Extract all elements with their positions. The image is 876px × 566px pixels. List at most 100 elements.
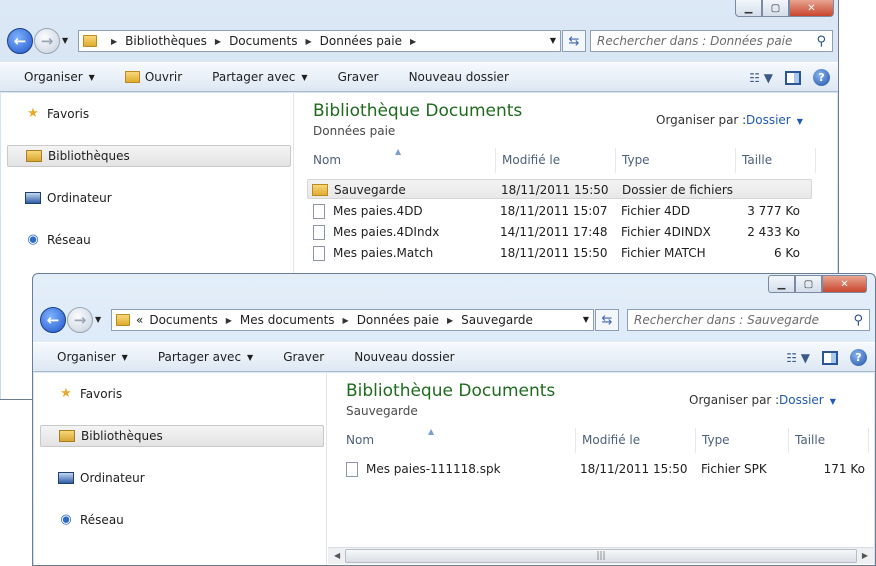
chevron-down-icon: ▼ bbox=[796, 117, 803, 126]
forward-button[interactable]: → bbox=[34, 28, 60, 54]
organize-button[interactable]: Organiser ▼ bbox=[0, 70, 110, 84]
breadcrumb-documents[interactable]: Documents bbox=[149, 313, 217, 327]
chevron-down-icon: ▼ bbox=[301, 72, 308, 82]
close-button[interactable]: ✕ bbox=[789, 0, 834, 17]
forward-button[interactable]: → bbox=[67, 307, 93, 333]
search-icon[interactable]: ⚲ bbox=[853, 313, 863, 328]
file-row[interactable]: Mes paies.Match 18/11/2011 15:50 Fichier… bbox=[307, 243, 812, 263]
view-options-icon[interactable]: ☷ ▼ bbox=[786, 351, 810, 365]
column-header-modified[interactable]: Modifié le bbox=[496, 148, 616, 173]
column-header-type[interactable]: Type bbox=[696, 428, 789, 453]
file-row[interactable]: Sauvegarde 18/11/2011 15:50 Dossier de f… bbox=[307, 179, 812, 199]
organize-button[interactable]: Organiser ▼ bbox=[33, 350, 143, 364]
file-row[interactable]: Mes paies-111118.spk 18/11/2011 15:50 Fi… bbox=[340, 459, 865, 479]
address-bar[interactable]: ▶ Bibliothèques ▶ Documents ▶ Données pa… bbox=[78, 30, 561, 52]
chevron-right-icon[interactable]: ▶ bbox=[226, 316, 232, 325]
help-icon[interactable]: ? bbox=[850, 349, 867, 366]
file-row[interactable]: Mes paies.4DIndx 14/11/2011 17:48 Fichie… bbox=[307, 222, 812, 242]
minimize-button[interactable]: ▁ bbox=[768, 275, 795, 293]
nav-item-favorites[interactable]: ★ Favoris bbox=[7, 103, 291, 125]
column-header-row: ▲ Nom Modifié le Type Taille bbox=[328, 427, 874, 453]
burn-button[interactable]: Graver bbox=[268, 350, 339, 364]
nav-item-network[interactable]: ◉ Réseau bbox=[7, 229, 291, 251]
chevron-right-icon[interactable]: ▶ bbox=[111, 37, 117, 46]
column-header-modified[interactable]: Modifié le bbox=[576, 428, 696, 453]
back-button[interactable]: ← bbox=[7, 28, 33, 54]
nav-item-libraries[interactable]: Bibliothèques bbox=[7, 145, 291, 167]
nav-item-computer[interactable]: Ordinateur bbox=[40, 467, 324, 489]
chevron-right-icon[interactable]: ▶ bbox=[410, 37, 416, 46]
horizontal-scrollbar[interactable]: ◀ ||| ▶ bbox=[328, 547, 874, 564]
chevron-right-icon[interactable]: ▶ bbox=[447, 316, 453, 325]
view-options-icon[interactable]: ☷ ▼ bbox=[749, 71, 773, 85]
column-header-size[interactable]: Taille bbox=[789, 428, 869, 453]
minimize-button[interactable]: ▁ bbox=[735, 0, 762, 17]
file-row[interactable]: Mes paies.4DD 18/11/2011 15:07 Fichier 4… bbox=[307, 201, 812, 221]
scroll-left-icon[interactable]: ◀ bbox=[334, 551, 340, 560]
history-dropdown-icon[interactable]: ▼ bbox=[62, 36, 68, 45]
share-with-button[interactable]: Partager avec ▼ bbox=[197, 70, 322, 84]
breadcrumb-sauvegarde[interactable]: Sauvegarde bbox=[461, 313, 533, 327]
new-folder-label: Nouveau dossier bbox=[354, 350, 455, 364]
star-icon: ★ bbox=[27, 106, 39, 121]
nav-computer-label: Ordinateur bbox=[80, 471, 145, 485]
file-type: Dossier de fichiers bbox=[622, 183, 734, 197]
navigation-bar: ← → ▼ « Documents ▶ Mes documents ▶ Donn… bbox=[33, 306, 875, 336]
computer-icon bbox=[58, 472, 74, 484]
window-caption-buttons: ▁ ▢ ✕ bbox=[735, 0, 834, 17]
column-header-type[interactable]: Type bbox=[616, 148, 736, 173]
chevron-right-icon[interactable]: ▶ bbox=[215, 37, 221, 46]
organize-by-dropdown[interactable]: Dossier ▼ bbox=[779, 393, 836, 407]
file-modified: 18/11/2011 15:50 bbox=[580, 462, 688, 476]
search-placeholder: Rechercher dans : Sauvegarde bbox=[634, 313, 820, 327]
nav-item-computer[interactable]: Ordinateur bbox=[7, 187, 291, 209]
address-dropdown-icon[interactable]: ▼ bbox=[550, 36, 556, 45]
history-dropdown-icon[interactable]: ▼ bbox=[95, 315, 101, 324]
scrollbar-thumb[interactable]: ||| bbox=[345, 549, 857, 563]
maximize-button[interactable]: ▢ bbox=[795, 275, 822, 293]
share-with-button[interactable]: Partager avec ▼ bbox=[143, 350, 268, 364]
file-list-pane: Bibliothèque Documents Sauvegarde Organi… bbox=[328, 373, 874, 565]
nav-item-network[interactable]: ◉ Réseau bbox=[40, 509, 324, 531]
organize-by-dropdown[interactable]: Dossier ▼ bbox=[746, 113, 803, 127]
preview-pane-icon[interactable] bbox=[822, 350, 838, 365]
address-bar[interactable]: « Documents ▶ Mes documents ▶ Données pa… bbox=[111, 309, 594, 331]
column-header-name[interactable]: Nom bbox=[307, 148, 496, 173]
search-input[interactable]: Rechercher dans : Sauvegarde ⚲ bbox=[627, 309, 870, 331]
maximize-button[interactable]: ▢ bbox=[762, 0, 789, 17]
new-folder-button[interactable]: Nouveau dossier bbox=[394, 70, 524, 84]
file-icon bbox=[346, 462, 358, 477]
refresh-button[interactable]: ⇆ bbox=[562, 30, 586, 52]
nav-item-libraries[interactable]: Bibliothèques bbox=[40, 425, 324, 447]
organize-by-label: Organiser par : bbox=[656, 113, 747, 127]
open-button[interactable]: Ouvrir bbox=[110, 70, 197, 84]
nav-item-favorites[interactable]: ★ Favoris bbox=[40, 383, 324, 405]
back-button[interactable]: ← bbox=[40, 307, 66, 333]
preview-pane-icon[interactable] bbox=[785, 70, 801, 85]
explorer-body: ★ Favoris Bibliothèques Ordinateur ◉ Résea… bbox=[34, 373, 874, 565]
file-type: Fichier 4DD bbox=[621, 204, 691, 218]
scroll-right-icon[interactable]: ▶ bbox=[862, 551, 868, 560]
breadcrumb-mes-documents[interactable]: Mes documents bbox=[240, 313, 335, 327]
search-icon[interactable]: ⚲ bbox=[816, 34, 826, 49]
search-input[interactable]: Rechercher dans : Données paie ⚲ bbox=[590, 30, 833, 52]
refresh-button[interactable]: ⇆ bbox=[595, 309, 619, 331]
organize-by-value: Dossier bbox=[746, 113, 791, 127]
chevron-right-icon[interactable]: ▶ bbox=[305, 37, 311, 46]
file-modified: 14/11/2011 17:48 bbox=[500, 225, 608, 239]
help-icon[interactable]: ? bbox=[813, 69, 830, 86]
burn-button[interactable]: Graver bbox=[323, 70, 394, 84]
new-folder-button[interactable]: Nouveau dossier bbox=[339, 350, 469, 364]
address-dropdown-icon[interactable]: ▼ bbox=[583, 315, 589, 324]
breadcrumb-overflow[interactable]: « bbox=[136, 313, 143, 327]
column-header-name[interactable]: Nom bbox=[340, 428, 576, 453]
command-bar: Organiser ▼ Partager avec ▼ Graver Nouveau… bbox=[33, 342, 875, 372]
breadcrumb-donnees-paie[interactable]: Données paie bbox=[357, 313, 439, 327]
close-button[interactable]: ✕ bbox=[822, 275, 867, 293]
file-size: 171 Ko bbox=[823, 462, 865, 476]
column-header-size[interactable]: Taille bbox=[736, 148, 816, 173]
breadcrumb-donnees-paie[interactable]: Données paie bbox=[320, 34, 402, 48]
breadcrumb-documents[interactable]: Documents bbox=[229, 34, 297, 48]
chevron-right-icon[interactable]: ▶ bbox=[343, 316, 349, 325]
breadcrumb-bibliotheques[interactable]: Bibliothèques bbox=[125, 34, 207, 48]
